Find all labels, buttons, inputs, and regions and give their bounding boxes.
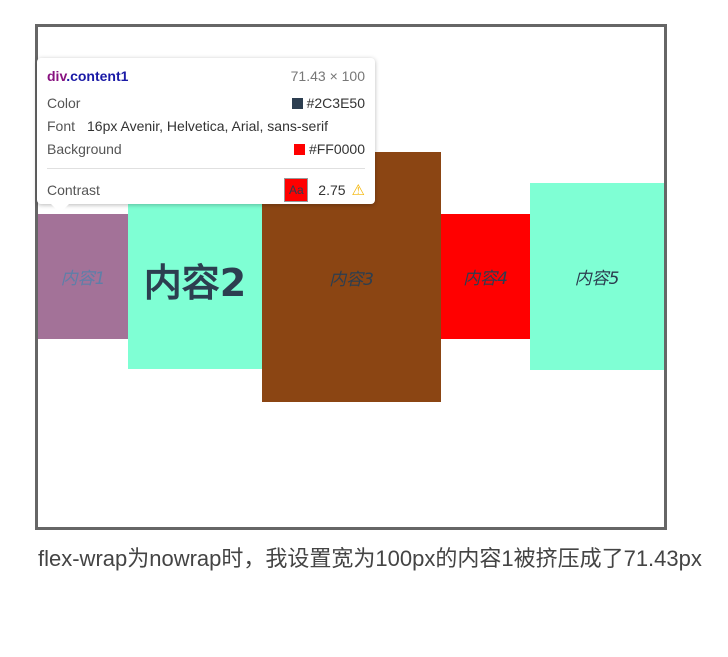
color-row: Color #2C3E50	[47, 95, 365, 111]
background-label: Background	[47, 141, 122, 157]
tooltip-divider	[47, 168, 365, 169]
content4-box: 内容4	[441, 214, 530, 339]
font-label: Font	[47, 118, 76, 134]
content1-box: 内容1	[38, 214, 128, 339]
element-dimensions: 71.43 × 100	[290, 68, 365, 84]
content4-label: 内容4	[463, 269, 508, 289]
contrast-ratio: 2.75	[318, 182, 346, 198]
color-swatch-icon	[291, 97, 303, 109]
warning-icon: ⚠	[351, 182, 365, 199]
contrast-sample: Aa	[284, 178, 309, 202]
font-value: 16px Avenir, Helvetica, Arial, sans-seri…	[87, 118, 328, 134]
content5-box: 内容5	[530, 183, 664, 370]
color-hex: #2C3E50	[306, 95, 365, 111]
tooltip-header: div.content1 71.43 × 100	[47, 68, 365, 84]
color-value: #2C3E50	[291, 95, 365, 111]
caption-text: flex-wrap为nowrap时，我设置宽为100px的内容1被挤压成了71.…	[38, 546, 702, 571]
color-label: Color	[47, 95, 81, 111]
background-hex: #FF0000	[308, 141, 365, 157]
content2-label: 内容2	[143, 260, 247, 305]
element-class: .content1	[66, 68, 129, 84]
background-value: #FF0000	[293, 141, 365, 157]
element-tag: div	[47, 68, 67, 84]
content3-label: 内容3	[329, 269, 374, 290]
element-selector: div.content1	[47, 68, 128, 84]
devtools-inspect-tooltip: div.content1 71.43 × 100 Color #2C3E50 F…	[37, 58, 375, 213]
contrast-label: Contrast	[47, 182, 100, 198]
background-row: Background #FF0000	[47, 141, 365, 157]
content2-box: 内容2	[128, 189, 262, 369]
contrast-row: Contrast Aa 2.75 ⚠	[47, 178, 365, 202]
font-row: Font 16px Avenir, Helvetica, Arial, sans…	[47, 118, 365, 134]
contrast-value: Aa 2.75 ⚠	[284, 178, 365, 202]
background-swatch-icon	[293, 143, 305, 155]
content5-label: 内容5	[574, 269, 620, 289]
content1-label: 内容1	[60, 269, 106, 289]
